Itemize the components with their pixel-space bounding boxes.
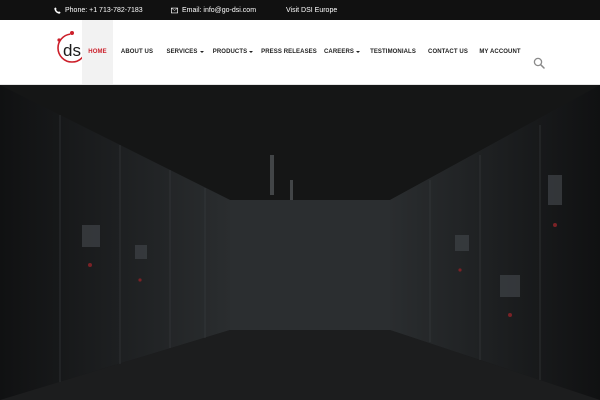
nav-about-us-label: ABOUT US [120,49,154,55]
nav-my-account[interactable]: MY ACCOUNT [473,20,527,84]
envelope-icon [171,7,178,13]
nav-testimonials[interactable]: TESTIMONIALS [363,20,423,84]
nav-careers[interactable]: CAREERS [321,20,363,84]
visit-europe-text: Visit DSI Europe [286,6,338,14]
search-icon[interactable] [533,57,545,69]
chevron-down-icon [356,51,361,53]
main-nav: HOME ABOUT US SERVICES PRODUCTS PRESS RE… [82,20,527,84]
email-contact[interactable]: Email: info@go-dsi.com [171,0,256,20]
nav-testimonials-label: TESTIMONIALS [370,49,416,55]
email-text: Email: info@go-dsi.com [182,6,257,14]
phone-icon [54,6,61,14]
nav-contact-us[interactable]: CONTACT US [423,20,473,84]
nav-about-us[interactable]: ABOUT US [113,20,161,84]
nav-home-label: HOME [88,49,107,55]
top-bar: Phone: +1 713-782-7183 Email: info@go-ds… [0,0,600,20]
hero-banner [0,85,600,400]
nav-careers-label: CAREERS [323,49,355,55]
chevron-down-icon [199,51,204,53]
nav-press-releases[interactable]: PRESS RELEASES [257,20,321,84]
phone-text: Phone: +1 713-782-7183 [65,6,143,14]
nav-services-label: SERVICES [166,49,198,55]
logo-text: ds [63,41,81,60]
nav-home[interactable]: HOME [82,20,113,84]
nav-products[interactable]: PRODUCTS [209,20,257,84]
hero-background-image [0,85,600,400]
nav-press-releases-label: PRESS RELEASES [261,49,317,55]
nav-products-label: PRODUCTS [212,49,248,55]
nav-my-account-label: MY ACCOUNT [479,49,521,55]
site-header: ds HOME ABOUT US SERVICES PRODUCTS PRESS… [0,20,600,85]
chevron-down-icon [249,51,254,53]
visit-europe-link[interactable]: Visit DSI Europe [286,0,337,20]
nav-services[interactable]: SERVICES [161,20,209,84]
phone-contact[interactable]: Phone: +1 713-782-7183 [54,0,143,20]
nav-contact-us-label: CONTACT US [428,49,468,55]
